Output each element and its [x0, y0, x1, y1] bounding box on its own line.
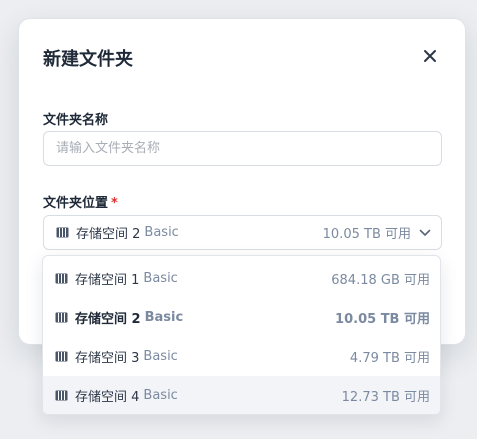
- close-icon: [424, 50, 436, 62]
- folder-location-label-text: 文件夹位置: [43, 196, 109, 211]
- option-tag: Basic: [143, 271, 178, 286]
- selected-storage-free: 10.05 TB 可用: [322, 227, 411, 242]
- dialog-title: 新建文件夹: [43, 49, 133, 70]
- chevron-down-icon: [419, 229, 431, 237]
- storage-icon: [55, 390, 68, 401]
- storage-icon: [56, 227, 69, 238]
- option-free-space: 4.79 TB 可用: [349, 351, 430, 366]
- selected-storage-tag: Basic: [144, 225, 179, 240]
- folder-name-label-text: 文件夹名称: [43, 113, 109, 128]
- selected-storage-name: 存储空间 2: [76, 227, 141, 242]
- option-tag: Basic: [143, 388, 178, 403]
- storage-icon: [55, 351, 68, 362]
- location-select[interactable]: 存储空间 2 Basic 10.05 TB 可用: [43, 215, 442, 250]
- location-dropdown-menu: 存储空间 1 Basic 684.18 GB 可用 存储空间 2 Basic 1…: [42, 255, 441, 415]
- option-name: 存储空间 3: [75, 351, 140, 366]
- folder-name-label: 文件夹名称: [43, 109, 108, 128]
- close-button[interactable]: [419, 45, 441, 67]
- folder-location-label: 文件夹位置 *: [43, 192, 118, 211]
- option-free-space: 10.05 TB 可用: [335, 312, 430, 327]
- option-name: 存储空间 4: [75, 390, 140, 405]
- storage-icon: [55, 273, 68, 284]
- option-free-space: 684.18 GB 可用: [331, 273, 430, 288]
- storage-option-2[interactable]: 存储空间 2 Basic 10.05 TB 可用: [43, 298, 440, 337]
- storage-option-3[interactable]: 存储空间 3 Basic 4.79 TB 可用: [43, 337, 440, 376]
- storage-option-4[interactable]: 存储空间 4 Basic 12.73 TB 可用: [43, 376, 440, 414]
- option-free-space: 12.73 TB 可用: [341, 390, 430, 405]
- option-tag: Basic: [143, 349, 178, 364]
- option-name: 存储空间 1: [75, 273, 140, 288]
- storage-option-1[interactable]: 存储空间 1 Basic 684.18 GB 可用: [43, 259, 440, 298]
- folder-name-input[interactable]: [43, 131, 442, 166]
- storage-icon: [55, 312, 68, 323]
- option-name: 存储空间 2: [75, 312, 141, 327]
- required-mark: *: [111, 196, 118, 211]
- option-tag: Basic: [144, 310, 184, 325]
